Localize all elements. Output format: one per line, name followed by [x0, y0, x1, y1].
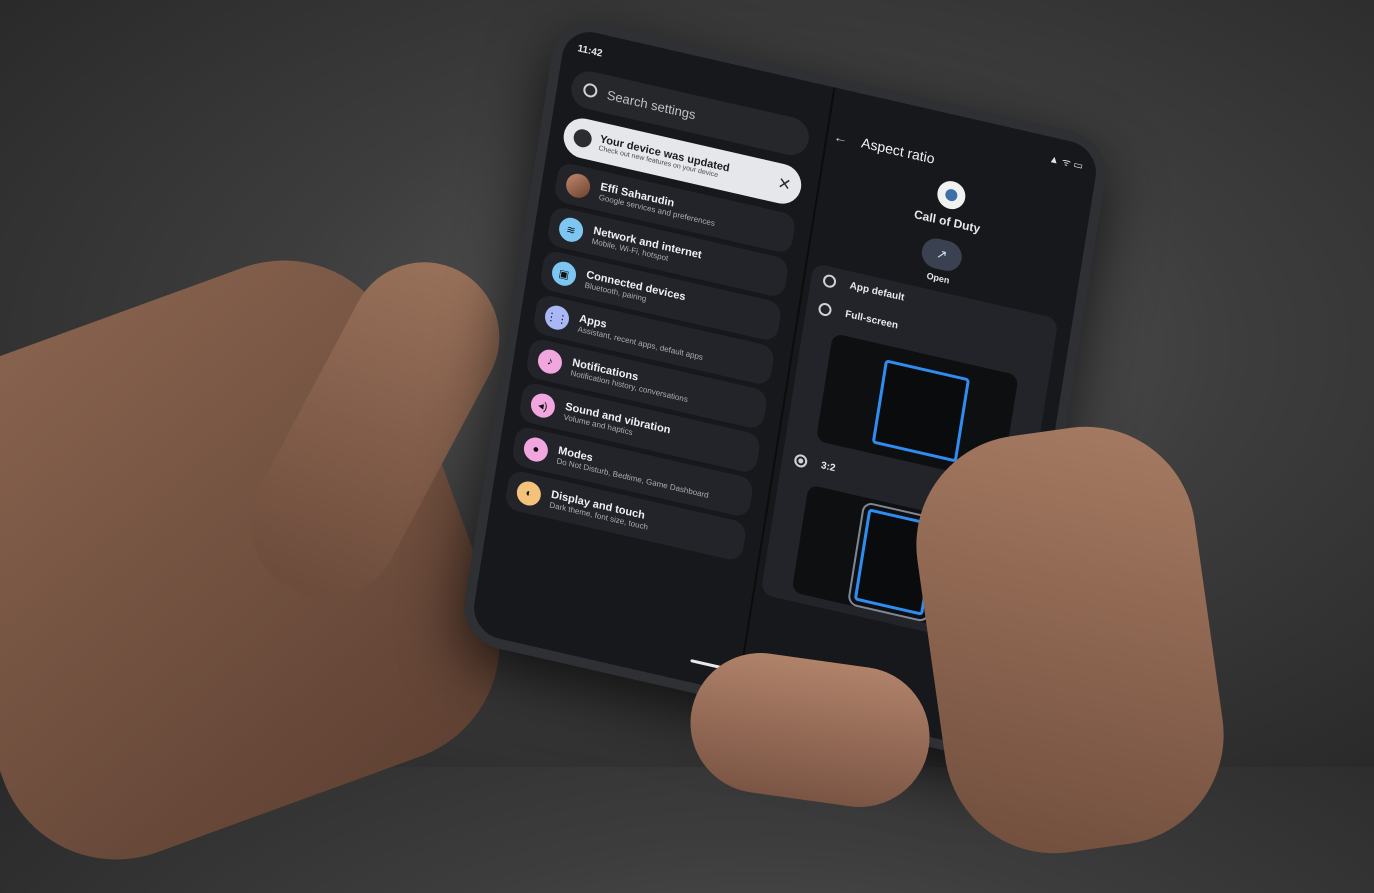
option-label: App default	[848, 280, 905, 304]
search-placeholder: Search settings	[605, 86, 697, 122]
radio-button-selected[interactable]	[793, 453, 809, 469]
bell-icon: ♪	[536, 347, 564, 377]
close-icon[interactable]: ✕	[776, 173, 792, 196]
wifi-icon: ≋	[557, 215, 585, 245]
radio-button[interactable]	[822, 273, 837, 290]
right-hand	[902, 412, 1238, 868]
preview-frame	[871, 359, 971, 463]
modes-icon: ●	[522, 435, 550, 464]
update-icon	[572, 127, 593, 150]
option-label: Full-screen	[844, 308, 899, 332]
display-icon: ◐	[515, 479, 543, 508]
app-icon	[935, 178, 968, 212]
open-external-icon: ↗	[935, 245, 949, 263]
avatar	[564, 171, 592, 201]
back-arrow-icon[interactable]: ←	[833, 128, 849, 147]
radio-button[interactable]	[817, 301, 833, 318]
open-button[interactable]: ↗	[919, 235, 964, 274]
option-label: 3:2	[820, 460, 837, 475]
volume-icon: ◂)	[529, 391, 557, 421]
apps-icon: ⋮⋮	[543, 303, 571, 333]
page-title: Aspect ratio	[860, 134, 936, 167]
search-icon	[582, 81, 599, 99]
devices-icon: ▣	[550, 259, 578, 289]
